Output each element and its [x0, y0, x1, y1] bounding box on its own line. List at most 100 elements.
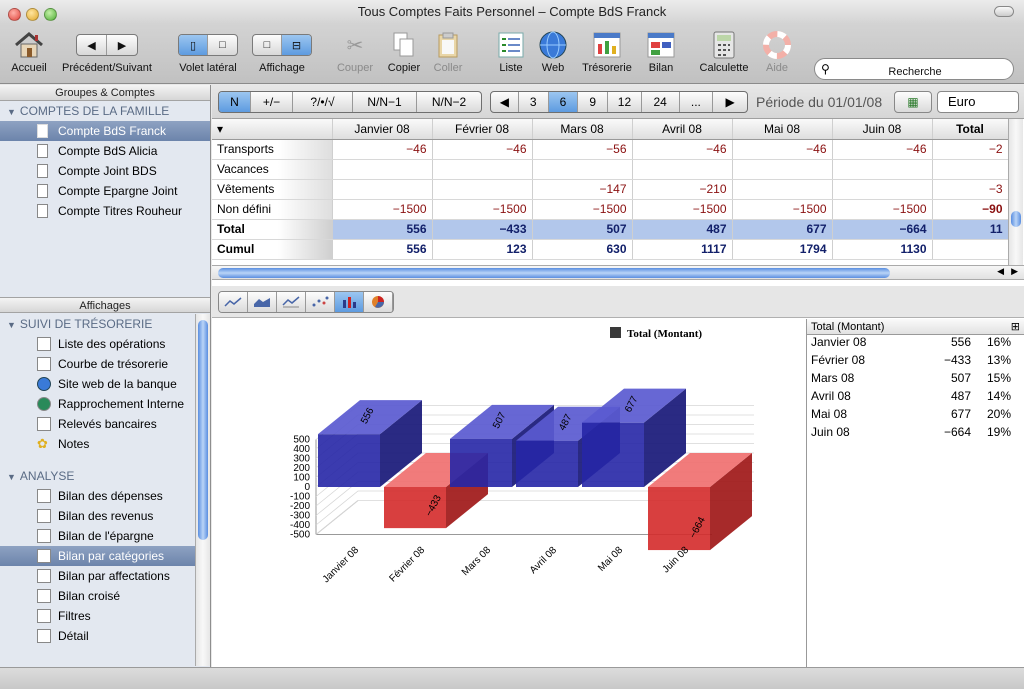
column-header[interactable]: Janvier 08	[332, 119, 433, 140]
zoom-button[interactable]	[44, 8, 57, 21]
table-row[interactable]: Transports −46 −46 −56 −46 −46 −46 −2	[212, 139, 1009, 160]
view-item[interactable]: Rapprochement Interne	[0, 394, 196, 414]
summary-row[interactable]: Juin 08 −664 19%	[807, 425, 1024, 443]
view-item[interactable]: Bilan des dépenses	[0, 486, 196, 506]
view-item[interactable]: Courbe de trésorerie	[0, 354, 196, 374]
bar-chart-icon[interactable]	[335, 292, 364, 312]
next-period-icon[interactable]: ▶	[713, 92, 747, 112]
account-item[interactable]: Compte Epargne Joint	[0, 181, 210, 201]
total-row[interactable]: Total 556 −433 507 487 677 −664 11	[212, 219, 1009, 240]
calendar-button[interactable]: ▦	[894, 91, 932, 113]
scatter-chart-icon[interactable]	[306, 292, 335, 312]
toolbar-toggle-button[interactable]	[994, 6, 1014, 17]
view-item[interactable]: Bilan par catégories	[0, 546, 196, 566]
period-segment[interactable]: 3	[519, 92, 549, 112]
family-section-header[interactable]: ▼ COMPTES DE LA FAMILLE	[0, 101, 210, 121]
sidebar-scrollbar[interactable]	[195, 314, 210, 666]
previous-period-icon[interactable]: ◀	[491, 92, 519, 112]
scroll-thumb[interactable]	[1011, 211, 1021, 227]
period-segment[interactable]: ...	[680, 92, 714, 112]
column-header[interactable]: Mai 08	[732, 119, 833, 140]
report-icon	[37, 509, 51, 523]
table-row[interactable]: Vacances	[212, 159, 1009, 180]
table-cell	[732, 159, 833, 180]
home-button[interactable]: Accueil	[8, 28, 50, 74]
web-button[interactable]: Web	[537, 28, 569, 74]
split-view-icon[interactable]: ⊟	[282, 35, 311, 55]
table-row[interactable]: Vêtements −147 −210 −3	[212, 179, 1009, 200]
paste-button[interactable]: Coller	[430, 28, 466, 74]
list-view-icon	[37, 337, 51, 351]
sort-column-header[interactable]: ▾	[212, 119, 333, 140]
table-cell	[732, 179, 833, 200]
column-header[interactable]: Total	[932, 119, 1009, 140]
view-item[interactable]: Bilan des revenus	[0, 506, 196, 526]
line-chart-icon[interactable]	[219, 292, 248, 312]
cumul-row[interactable]: Cumul 556 123 630 1117 1794 1130	[212, 239, 1009, 260]
column-header[interactable]: Avril 08	[632, 119, 733, 140]
scroll-thumb[interactable]	[198, 320, 208, 540]
column-header[interactable]: Juin 08	[832, 119, 933, 140]
pie-chart-icon[interactable]	[364, 292, 393, 312]
table-options-icon[interactable]: ⊞	[1011, 319, 1020, 335]
column-header[interactable]: Mars 08	[532, 119, 633, 140]
period-segment[interactable]: 6	[548, 92, 579, 112]
mode-segment[interactable]: ?/•/√	[293, 92, 353, 112]
period-segment[interactable]: 24	[642, 92, 680, 112]
tresorerie-section-header[interactable]: ▼ SUIVI DE TRÉSORERIE	[0, 314, 196, 334]
period-segment[interactable]: 9	[578, 92, 609, 112]
mode-segment[interactable]: +/−	[251, 92, 293, 112]
summary-row[interactable]: Février 08 −433 13%	[807, 353, 1024, 371]
table-row[interactable]: Non défini −1500 −1500 −1500 −1500 −1500…	[212, 199, 1009, 220]
summary-row[interactable]: Janvier 08 556 16%	[807, 335, 1024, 353]
summary-row[interactable]: Avril 08 487 14%	[807, 389, 1024, 407]
area-chart-icon[interactable]	[248, 292, 277, 312]
lifebuoy-icon	[762, 28, 792, 62]
account-item[interactable]: Compte Joint BDS	[0, 161, 210, 181]
minimize-button[interactable]	[26, 8, 39, 21]
forward-arrow-icon[interactable]: ▶	[107, 35, 137, 55]
multi-line-chart-icon[interactable]	[277, 292, 306, 312]
account-item[interactable]: Compte BdS Alicia	[0, 141, 210, 161]
account-item[interactable]: Compte Titres Rouheur	[0, 201, 210, 221]
mode-segment[interactable]: N/N−2	[417, 92, 481, 112]
view-item[interactable]: Liste des opérations	[0, 334, 196, 354]
bilan-button[interactable]: Bilan	[644, 28, 678, 74]
cut-button[interactable]: ✂ Couper	[334, 28, 376, 75]
view-item[interactable]: Détail	[0, 626, 196, 646]
view-item[interactable]: Bilan croisé	[0, 586, 196, 606]
view-item[interactable]: Site web de la banque	[0, 374, 196, 394]
column-header[interactable]: Février 08	[432, 119, 533, 140]
list-button[interactable]: Liste	[493, 28, 529, 74]
calculator-button[interactable]: Calculette	[697, 28, 751, 74]
sidebar-hidden-icon[interactable]: □	[208, 35, 237, 55]
mode-segment[interactable]: N/N−1	[353, 92, 417, 112]
scroll-right-icon[interactable]: ▶	[1011, 266, 1018, 277]
summary-value: −664	[943, 425, 971, 439]
currency-select[interactable]: Euro	[937, 91, 1019, 113]
analyse-section-header[interactable]: ▼ ANALYSE	[0, 466, 196, 486]
view-item[interactable]: Bilan de l'épargne	[0, 526, 196, 546]
table-vertical-scrollbar[interactable]	[1008, 119, 1023, 265]
close-button[interactable]	[8, 8, 21, 21]
summary-row[interactable]: Mai 08 677 20%	[807, 407, 1024, 425]
tresorerie-button[interactable]: Trésorerie	[577, 28, 637, 74]
view-item[interactable]: ✿ Notes	[0, 434, 196, 454]
help-button[interactable]: Aide	[762, 28, 792, 74]
scroll-thumb[interactable]	[218, 268, 890, 278]
period-segment[interactable]: 12	[608, 92, 642, 112]
view-item[interactable]: Filtres	[0, 606, 196, 626]
back-arrow-icon[interactable]: ◀	[77, 35, 108, 55]
table-horizontal-scrollbar[interactable]: ◀ ▶	[212, 265, 1024, 280]
views-header[interactable]: Affichages	[0, 297, 210, 313]
mode-segment[interactable]: N	[219, 92, 251, 112]
copy-button[interactable]: Copier	[384, 28, 424, 74]
scroll-left-icon[interactable]: ◀	[997, 266, 1004, 277]
view-item[interactable]: Bilan par affectations	[0, 566, 196, 586]
view-item[interactable]: Relevés bancaires	[0, 414, 196, 434]
account-item[interactable]: Compte BdS Franck	[0, 121, 210, 141]
statement-icon	[37, 417, 51, 431]
single-view-icon[interactable]: □	[253, 35, 282, 55]
sidebar-shown-icon[interactable]: ▯	[179, 35, 208, 55]
summary-row[interactable]: Mars 08 507 15%	[807, 371, 1024, 389]
